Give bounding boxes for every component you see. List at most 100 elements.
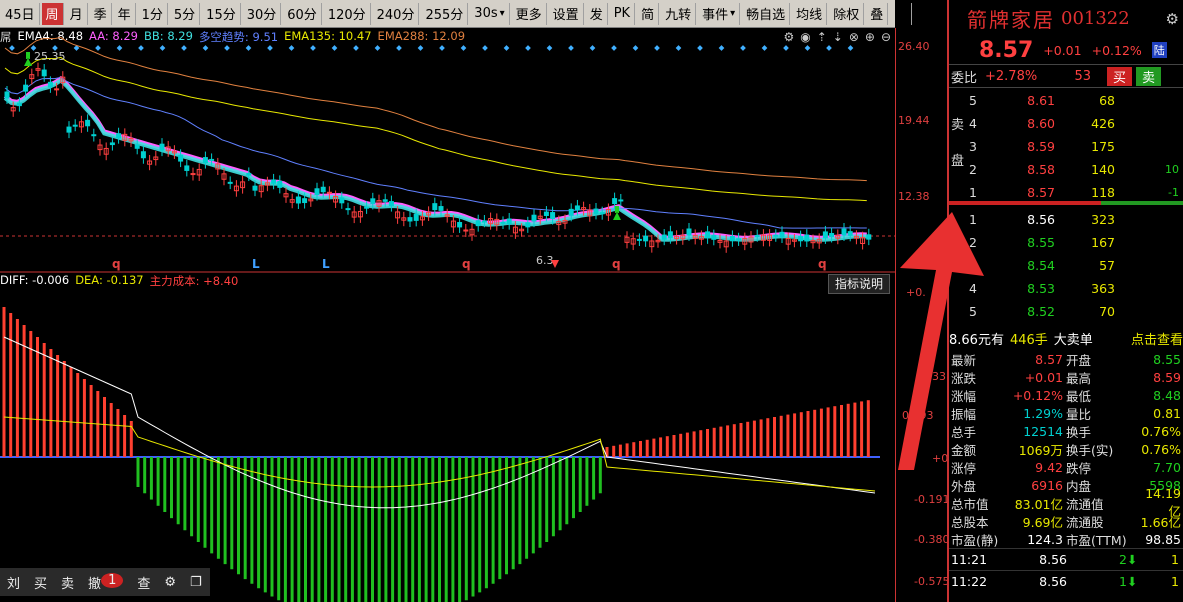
period-tab[interactable]: 周	[41, 2, 64, 25]
period-tab[interactable]: 1分	[138, 2, 168, 25]
period-tab[interactable]: 年	[114, 2, 136, 25]
diamond-marker	[224, 45, 230, 51]
period-tab[interactable]: 15分	[202, 2, 241, 25]
period-tab[interactable]: 240分	[373, 2, 420, 25]
candle-body	[116, 133, 122, 139]
signal-letter: L	[322, 257, 330, 271]
axis-price-low: 12.38	[898, 190, 930, 203]
bid-level: 5	[969, 304, 977, 319]
candle-body	[41, 69, 47, 77]
period-tab[interactable]: 月	[66, 2, 88, 25]
toolbar-tool[interactable]: 畅自选	[742, 2, 791, 25]
stat-label: 市盈(TTM)	[1066, 532, 1127, 548]
candle-body	[525, 222, 531, 228]
stat-row: 振幅 1.29% 量比 0.81	[949, 404, 1183, 422]
ask-price: 8.57	[1027, 185, 1055, 200]
toolbar-tool[interactable]: PK	[610, 2, 636, 25]
toolbar-tool[interactable]: 事件	[698, 2, 741, 25]
toolbar-tool[interactable]: 发	[586, 2, 608, 25]
candle-body	[773, 234, 779, 237]
ask-volume: 175	[1091, 139, 1115, 154]
ask-price: 8.61	[1027, 93, 1055, 108]
cancel-button[interactable]: 撤1	[81, 572, 130, 592]
bid-row[interactable]: 3 8.54 57	[949, 254, 1183, 277]
gear-icon[interactable]: ⚙	[1166, 10, 1179, 28]
period-tab[interactable]: 5分	[170, 2, 201, 25]
candle-body	[667, 231, 673, 239]
trade-bar-label[interactable]: 刘	[0, 573, 27, 592]
toolbar-tool[interactable]: 简	[637, 2, 660, 25]
stat-label: 最新	[951, 352, 977, 368]
ask-row[interactable]: 2 8.58 140 10	[949, 158, 1183, 181]
stat-label: 最低	[1066, 388, 1092, 404]
stat-label: 换手(实)	[1066, 442, 1114, 458]
down-arrow-icon	[24, 52, 32, 66]
stat-value: 124.3	[1027, 531, 1063, 547]
diamond-marker	[589, 45, 596, 51]
stat-row: 总手 12514 换手 0.76%	[949, 422, 1183, 440]
candle-body	[754, 235, 760, 238]
bid-row[interactable]: 2 8.55 167	[949, 231, 1183, 254]
sell-button[interactable]: 卖	[1136, 66, 1162, 86]
period-tab[interactable]: 30s	[470, 2, 510, 25]
candle-body	[866, 234, 872, 240]
diamond-marker	[654, 45, 660, 51]
period-tab[interactable]: 120分	[324, 2, 371, 25]
settings-icon[interactable]: ⚙	[157, 575, 183, 590]
candle-body	[413, 213, 419, 221]
candle-body	[798, 236, 804, 242]
big-order-price: 8.66元有	[949, 332, 1004, 348]
toolbar-tool[interactable]: 除权	[829, 2, 865, 25]
diamond-marker	[611, 45, 617, 51]
candle-body	[612, 198, 618, 205]
diamond-marker	[267, 45, 273, 51]
query-button[interactable]: 查	[130, 573, 157, 592]
diamond-marker	[310, 45, 316, 51]
toolbar-tool[interactable]: 叠	[866, 2, 889, 25]
ask-row[interactable]: 4 8.60 426	[949, 112, 1183, 135]
period-tab[interactable]: 更多	[512, 2, 547, 25]
candle-body	[481, 220, 487, 223]
bid-row[interactable]: 5 8.52 70	[949, 300, 1183, 323]
ask-volume: 118	[1091, 185, 1115, 200]
big-order-row[interactable]: 8.66元有 446手 大卖单 点击查看	[949, 328, 1183, 348]
stat-value: 12514	[1023, 423, 1063, 439]
toolbar-tool[interactable]: 均线	[792, 2, 828, 25]
toolbar-tool[interactable]: 九转	[661, 2, 697, 25]
sell-button[interactable]: 卖	[54, 573, 81, 592]
period-tab[interactable]: 45日	[1, 2, 40, 25]
candle-body	[370, 198, 376, 204]
candle-body	[841, 228, 847, 236]
diamond-marker	[353, 45, 359, 51]
period-tab[interactable]: 设置	[549, 2, 584, 25]
big-order-link[interactable]: 点击查看	[1131, 329, 1183, 348]
bid-row[interactable]: 4 8.53 363	[949, 277, 1183, 300]
ask-row[interactable]: 3 8.59 175	[949, 135, 1183, 158]
period-tab[interactable]: 30分	[243, 2, 282, 25]
bid-row[interactable]: 1 8.56 323	[949, 208, 1183, 231]
indicator-help-button[interactable]: 指标说明	[828, 274, 891, 294]
candle-body	[382, 199, 388, 202]
window-icon[interactable]: ❐	[183, 575, 209, 590]
toolbar-tool[interactable]: 窗	[890, 2, 913, 25]
axis-macd-1: 0.193	[902, 409, 934, 422]
tick-count: 1	[1171, 574, 1179, 589]
candle-body	[593, 208, 599, 214]
axis-macd-partial: 33	[932, 370, 946, 383]
weibi-value: +2.78%	[985, 68, 1038, 84]
period-tab[interactable]: 季	[90, 2, 112, 25]
kline-chart[interactable]: 25.35 6.3 q L Lq q q	[0, 28, 895, 602]
stat-label: 开盘	[1066, 352, 1092, 368]
ask-row[interactable]: 5 8.61 68	[949, 89, 1183, 112]
period-tab[interactable]: 60分	[283, 2, 322, 25]
axis-price-mid: 19.44	[898, 114, 930, 127]
buy-button[interactable]: 买	[27, 573, 54, 592]
tick-row: 11:21 8.56 2 ⬇ 1	[949, 548, 1183, 570]
toolbar-tool[interactable]: 预测	[914, 2, 950, 25]
buy-button[interactable]: 买	[1107, 66, 1133, 86]
diamond-marker	[245, 45, 252, 51]
stock-name: 箭牌家居	[967, 7, 1055, 32]
tick-row: 11:22 8.56 1 ⬇ 1	[949, 570, 1183, 592]
period-tab[interactable]: 255分	[421, 2, 469, 25]
ask-row[interactable]: 1 8.57 118 -1	[949, 181, 1183, 204]
